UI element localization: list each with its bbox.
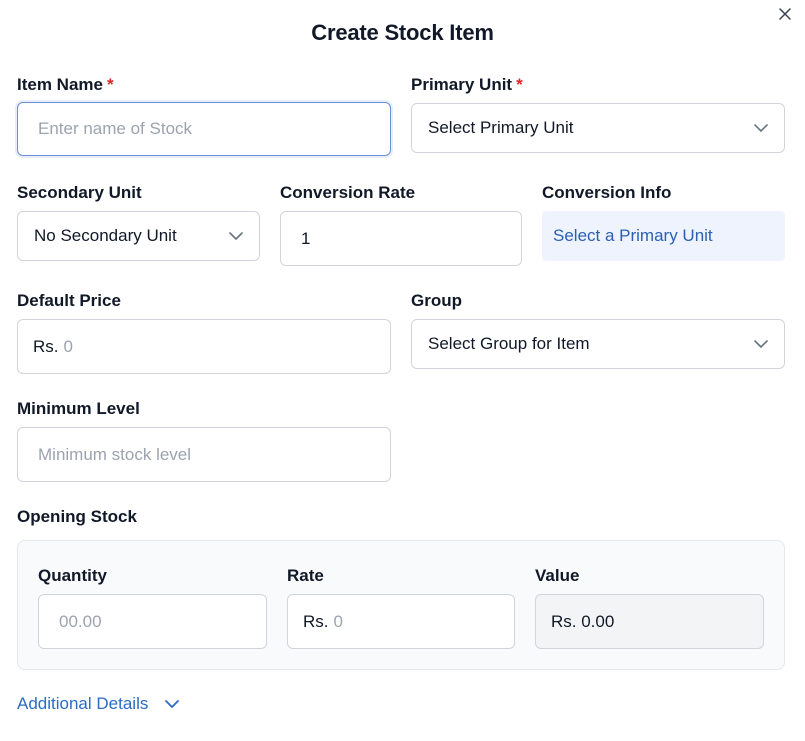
minimum-level-input[interactable] xyxy=(18,444,390,465)
value-label: Value xyxy=(535,566,580,585)
close-button[interactable] xyxy=(777,6,793,22)
secondary-unit-value: No Secondary Unit xyxy=(34,226,177,245)
quantity-input[interactable] xyxy=(39,611,266,632)
default-price-input[interactable] xyxy=(58,336,390,357)
required-mark: * xyxy=(516,75,523,94)
dialog-title: Create Stock Item xyxy=(311,20,494,45)
item-name-field[interactable] xyxy=(17,102,391,156)
primary-unit-value: Select Primary Unit xyxy=(428,118,574,137)
chevron-down-icon xyxy=(754,340,768,348)
rate-label: Rate xyxy=(287,566,324,585)
conversion-rate-input[interactable] xyxy=(281,228,521,249)
minimum-level-field[interactable] xyxy=(17,427,391,482)
rate-input[interactable] xyxy=(328,611,514,632)
close-icon xyxy=(779,8,791,20)
chevron-down-icon xyxy=(229,232,243,240)
group-label: Group xyxy=(411,291,462,310)
primary-unit-select[interactable]: Select Primary Unit xyxy=(411,103,785,153)
group-select[interactable]: Select Group for Item xyxy=(411,319,785,369)
quantity-label: Quantity xyxy=(38,566,107,585)
secondary-unit-label: Secondary Unit xyxy=(17,183,142,202)
conversion-rate-field[interactable] xyxy=(280,211,522,266)
opening-stock-label: Opening Stock xyxy=(17,507,137,526)
additional-details-label: Additional Details xyxy=(17,694,149,713)
conversion-info-text: Select a Primary Unit xyxy=(553,226,713,245)
minimum-level-label: Minimum Level xyxy=(17,399,140,418)
additional-details-toggle[interactable]: Additional Details xyxy=(17,694,180,714)
value-display: Rs. 0.00 xyxy=(551,611,615,631)
rate-field[interactable]: Rs. xyxy=(287,594,515,649)
conversion-info-label: Conversion Info xyxy=(542,183,672,202)
primary-unit-label: Primary Unit * xyxy=(411,75,523,94)
chevron-down-icon xyxy=(165,700,180,708)
conversion-info-box: Select a Primary Unit xyxy=(542,211,785,261)
chevron-down-icon xyxy=(754,124,768,132)
create-stock-item-dialog: Create Stock Item Item Name* Primary Uni… xyxy=(0,0,805,741)
item-name-label: Item Name * xyxy=(17,75,114,94)
currency-prefix: Rs. xyxy=(303,611,329,631)
default-price-field[interactable]: Rs. xyxy=(17,319,391,374)
default-price-label: Default Price xyxy=(17,291,121,310)
quantity-field[interactable] xyxy=(38,594,267,649)
item-name-input[interactable] xyxy=(18,119,390,139)
currency-prefix: Rs. xyxy=(33,336,59,356)
conversion-rate-label: Conversion Rate xyxy=(280,183,416,202)
opening-stock-panel: Quantity Rate Rs. Value Rs. 0.00 xyxy=(17,540,785,670)
value-field: Rs. 0.00 xyxy=(535,594,764,649)
secondary-unit-select[interactable]: No Secondary Unit xyxy=(17,211,260,261)
group-value: Select Group for Item xyxy=(428,334,590,353)
required-mark: * xyxy=(106,75,114,94)
